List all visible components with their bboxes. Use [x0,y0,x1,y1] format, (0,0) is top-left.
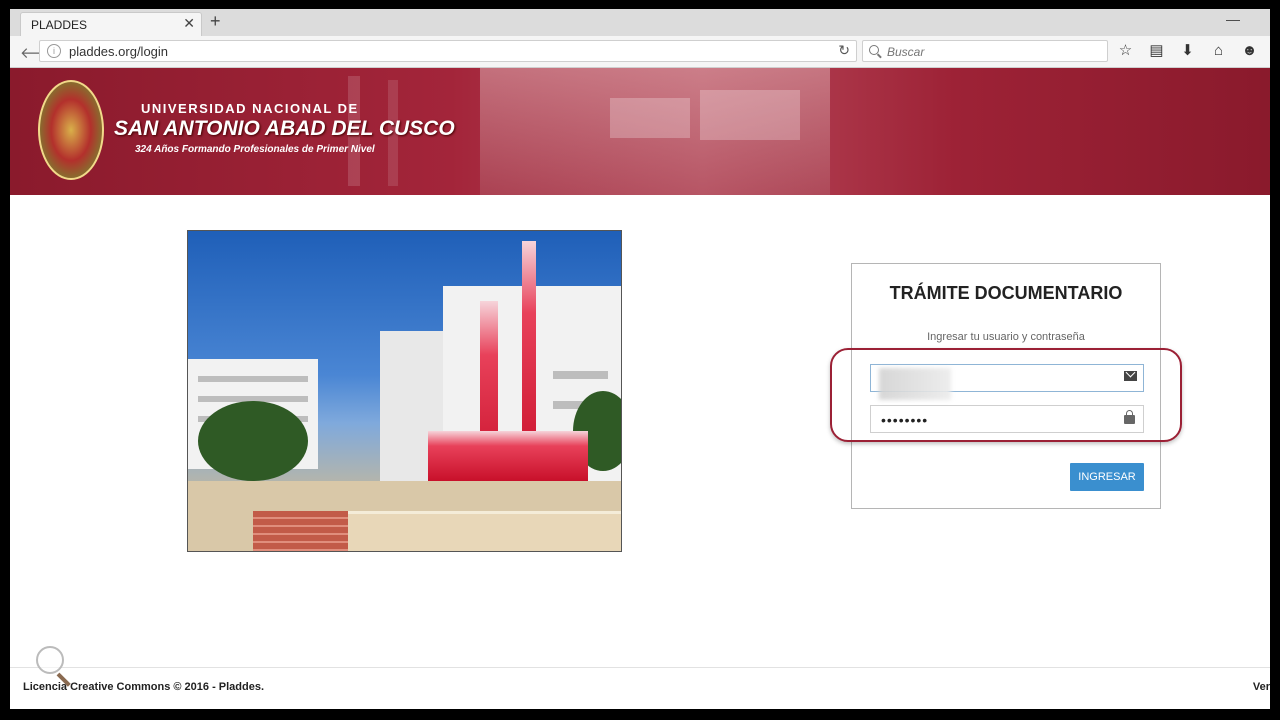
banner-line-1: UNIVERSIDAD NACIONAL DE [141,101,359,116]
ingresar-button[interactable]: INGRESAR [1070,463,1144,491]
clipboard-icon[interactable]: ▤ [1147,41,1166,60]
chat-icon[interactable]: ☻ [1240,41,1259,60]
download-icon[interactable]: ⬇ [1178,41,1197,60]
plus-icon[interactable]: + [210,11,221,32]
minimize-icon[interactable]: — [1226,11,1240,27]
star-icon[interactable]: ☆ [1116,41,1135,60]
login-subtitle: Ingresar tu usuario y contraseña [927,331,1085,343]
login-card: TRÁMITE DOCUMENTARIO Ingresar tu usuario… [830,263,1182,509]
footer: Licencia Creative Commons © 2016 - Pladd… [10,667,1270,709]
annotation-highlight [830,348,1182,442]
url-text[interactable]: pladdes.org/login [69,44,168,59]
login-title: TRÁMITE DOCUMENTARIO [889,283,1123,303]
home-icon[interactable]: ⌂ [1209,41,1228,60]
address-bar[interactable]: i pladdes.org/login ↻ [39,40,857,62]
footer-license: Licencia Creative Commons © 2016 - Pladd… [23,681,265,693]
toolbar-icons: ☆ ▤ ⬇ ⌂ ☻ [1116,41,1259,60]
info-icon[interactable]: i [47,44,61,58]
campus-photo [187,230,622,552]
reload-icon[interactable]: ↻ [838,42,850,59]
magnifier-icon [36,646,64,674]
search-icon [869,45,879,55]
close-icon[interactable]: ✕ [183,15,195,32]
search-input[interactable] [885,42,1099,62]
university-crest-logo [38,80,104,180]
tab-strip: PLADDES ✕ + — [10,9,1270,36]
university-banner: UNIVERSIDAD NACIONAL DE SAN ANTONIO ABAD… [10,68,1270,195]
tab-title: PLADDES [31,18,88,32]
navigation-bar: 🡐 i pladdes.org/login ↻ ☆ ▤ ⬇ ⌂ ☻ [10,36,1270,68]
footer-version: Ver [1252,681,1270,693]
tab-pladdes[interactable]: PLADDES ✕ [20,12,202,36]
banner-tagline: 324 Años Formando Profesionales de Prime… [135,144,375,155]
browser-search-box[interactable] [862,40,1108,62]
banner-university-name: SAN ANTONIO ABAD DEL CUSCO [114,117,455,140]
browser-window: PLADDES ✕ + — 🡐 i pladdes.org/login ↻ ☆ … [10,9,1270,709]
banner-campus-photo [480,68,830,195]
